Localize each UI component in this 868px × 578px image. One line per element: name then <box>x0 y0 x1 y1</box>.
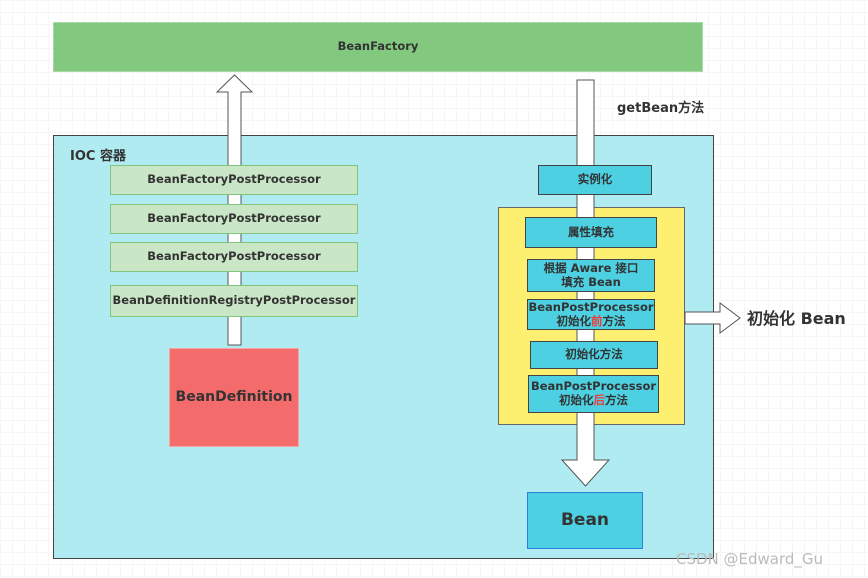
bpp-before-line2: 初始化前方法 <box>556 313 626 329</box>
bean-definition-registry-post-processor: BeanDefinitionRegistryPostProcessor <box>110 285 358 317</box>
bpp-after-step: BeanPostProcessor 初始化后方法 <box>528 375 659 413</box>
aware-step-line2: 填充 Bean <box>561 274 621 289</box>
bean-factory-post-processor-1: BeanFactoryPostProcessor <box>110 165 358 195</box>
bpp-before-prefix: 初始化 <box>556 313 592 328</box>
bpp-after-highlight: 后 <box>593 393 606 407</box>
get-bean-label: getBean方法 <box>617 101 705 116</box>
init-method-step: 初始化方法 <box>530 341 658 369</box>
watermark: CSDN @Edward_Gu <box>676 550 824 568</box>
aware-step: 根据 Aware 接口 填充 Bean <box>527 259 655 292</box>
aware-step-line1: 根据 Aware 接口 <box>543 260 639 275</box>
bpp-after-line2: 初始化后方法 <box>559 393 628 408</box>
bpp-after-prefix: 初始化 <box>559 393 594 407</box>
bpp-after-line1: BeanPostProcessor <box>530 379 657 394</box>
bpp-before-line1: BeanPostProcessor <box>528 299 654 314</box>
bean-result: Bean <box>527 492 643 549</box>
right-arrow <box>684 302 741 334</box>
bpp-before-highlight: 前 <box>591 313 603 328</box>
instantiate-step: 实例化 <box>538 165 652 195</box>
bean-factory-post-processor-2: BeanFactoryPostProcessor <box>110 204 358 234</box>
populate-step: 属性填充 <box>525 217 657 248</box>
bpp-before-suffix: 方法 <box>602 313 626 328</box>
bpp-before-step: BeanPostProcessor 初始化前方法 <box>527 299 655 330</box>
init-bean-label: 初始化 Bean <box>747 309 846 328</box>
bpp-after-suffix: 方法 <box>605 393 628 407</box>
bean-factory-post-processor-3: BeanFactoryPostProcessor <box>110 242 358 272</box>
bean-definition: BeanDefinition <box>169 348 299 447</box>
